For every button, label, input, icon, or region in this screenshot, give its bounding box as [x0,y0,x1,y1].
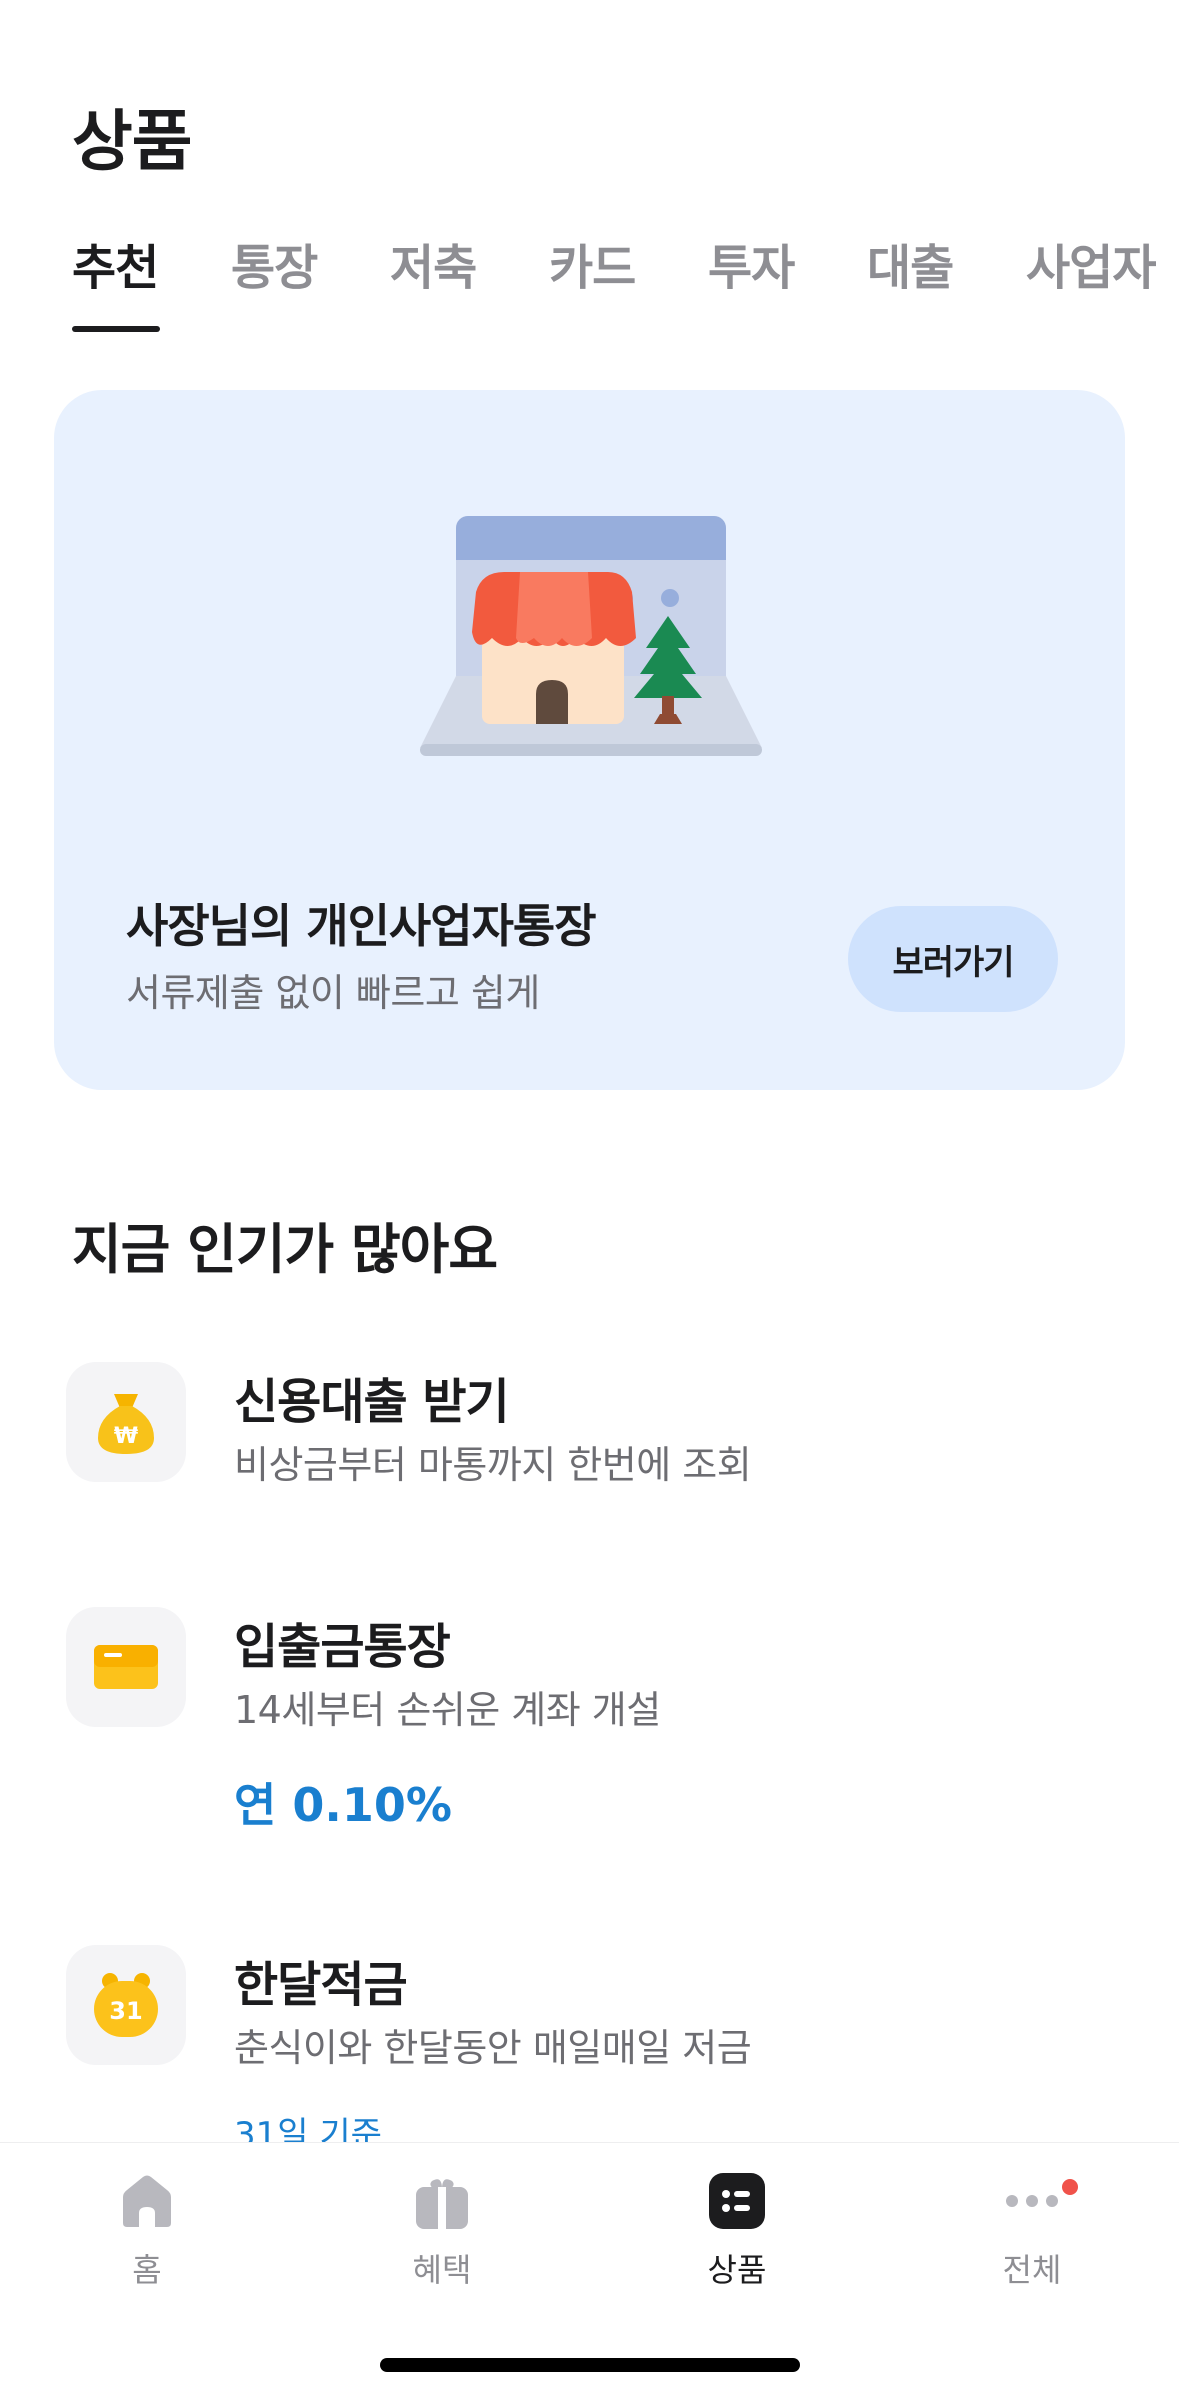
tab-savings[interactable]: 저축 [390,228,477,298]
tab-business[interactable]: 사업자 [1026,228,1156,298]
popular-section-title: 지금 인기가 많아요 [72,1218,498,1281]
tab-accounts[interactable]: 통장 [231,228,318,298]
store-laptop-illustration [420,516,762,756]
view-button[interactable]: 보러가기 [848,906,1058,1012]
nav-home[interactable]: 홈 [47,2171,247,2311]
banner-subtitle: 서류제출 없이 빠르고 쉽게 [126,971,540,1015]
home-indicator[interactable] [380,2358,800,2372]
banner-title: 사장님의 개인사업자통장 [126,899,597,953]
list-item-credit-loan[interactable]: ₩ 신용대출 받기 비상금부터 마통까지 한번에 조회 [66,1362,1126,1512]
item-title: 신용대출 받기 [234,1374,510,1430]
tab-loans[interactable]: 대출 [867,228,954,298]
nav-benefits[interactable]: 혜택 [342,2171,542,2311]
item-title: 한달적금 [234,1957,408,2013]
item-subtitle: 비상금부터 마통까지 한번에 조회 [234,1443,752,1487]
gift-icon [416,2179,468,2229]
svg-text:31: 31 [109,1997,142,2025]
item-subtitle: 춘식이와 한달동안 매일매일 저금 [234,2026,752,2070]
tab-recommended[interactable]: 추천 [72,228,159,298]
nav-all[interactable]: 전체 [932,2171,1132,2311]
nav-label: 전체 [1002,2251,1062,2289]
promo-banner[interactable]: 사장님의 개인사업자통장 서류제출 없이 빠르고 쉽게 보러가기 [54,390,1125,1090]
products-screen: 상품 추천 통장 저축 카드 투자 대출 사업자 사장님의 개인사업자통장 서류… [0,0,1179,2396]
money-bag-icon: ₩ [98,1394,154,1454]
item-icon-container: 31 [66,1945,186,2065]
active-tab-indicator [72,326,160,332]
nav-products[interactable]: 상품 [637,2171,837,2311]
tab-invest[interactable]: 투자 [708,228,795,298]
calendar-31-icon: 31 [94,1973,158,2037]
nav-label: 홈 [132,2251,162,2289]
nav-label: 상품 [707,2251,767,2289]
more-icon [1006,2195,1058,2207]
page-title: 상품 [72,103,192,180]
item-icon-container [66,1607,186,1727]
svg-text:₩: ₩ [114,1424,138,1449]
item-icon-container: ₩ [66,1362,186,1482]
item-subtitle: 14세부터 손쉬운 계좌 개설 [234,1688,661,1732]
category-tabs: 추천 통장 저축 카드 투자 대출 사업자 [72,228,1179,338]
list-item-checking-account[interactable]: 입출금통장 14세부터 손쉬운 계좌 개설 연 0.10% [66,1607,1126,1837]
tab-cards[interactable]: 카드 [549,228,636,298]
interest-rate: 연 0.10% [234,1778,452,1832]
item-title: 입출금통장 [234,1619,451,1675]
card-icon [94,1645,158,1689]
notification-badge [1062,2179,1078,2195]
home-icon [123,2175,171,2227]
list-item-monthly-savings[interactable]: 31 한달적금 춘식이와 한달동안 매일매일 저금 31일 기준 [66,1945,1126,2155]
nav-label: 혜택 [412,2251,472,2289]
products-icon [709,2173,765,2229]
